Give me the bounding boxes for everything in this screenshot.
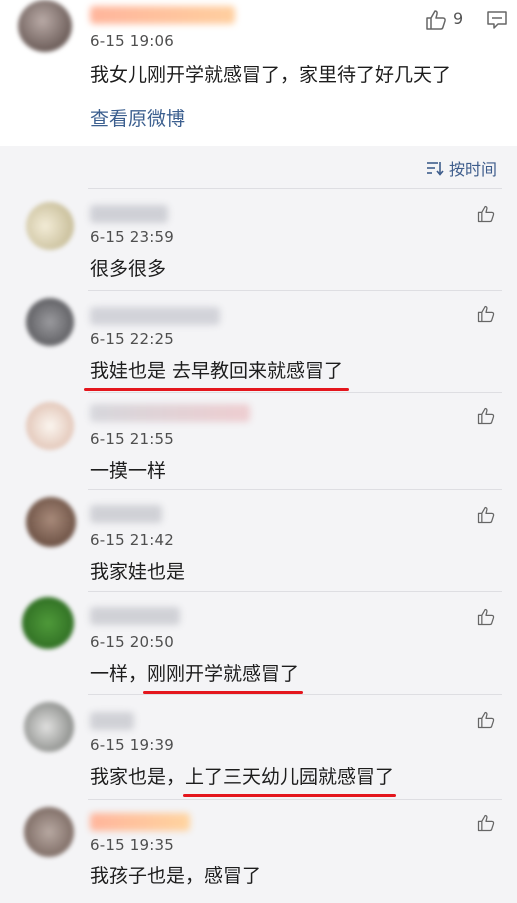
comment-timestamp: 6-15 21:42 xyxy=(90,531,175,549)
comment-item: 6-15 19:35 我孩子也是，感冒了 xyxy=(0,801,517,903)
thumbs-up-icon[interactable] xyxy=(476,304,496,324)
divider xyxy=(88,188,502,189)
sort-by-time-button[interactable]: 按时间 xyxy=(426,156,497,180)
comment-timestamp: 6-15 23:59 xyxy=(90,228,175,246)
thumbs-up-icon[interactable] xyxy=(476,505,496,525)
sort-label: 按时间 xyxy=(449,160,498,179)
post-timestamp: 6-15 19:06 xyxy=(90,32,175,50)
comment-text-plain: 我家也是， xyxy=(90,766,186,788)
comment-timestamp: 6-15 19:35 xyxy=(90,836,175,854)
username-blurred[interactable] xyxy=(90,404,250,422)
comment-timestamp: 6-15 20:50 xyxy=(90,633,175,651)
username-blurred[interactable] xyxy=(90,6,235,24)
comment-text: 我家娃也是 xyxy=(90,561,186,583)
divider xyxy=(88,694,502,695)
username-blurred[interactable] xyxy=(90,307,220,325)
comment-item: 6-15 22:25 我娃也是 去早教回来就感冒了 xyxy=(0,292,517,394)
comment-item: 6-15 19:39 我家也是，上了三天幼儿园就感冒了 xyxy=(0,696,517,798)
thumbs-up-icon[interactable] xyxy=(476,406,496,426)
comment-timestamp: 6-15 21:55 xyxy=(90,430,175,448)
comment-text: 我家也是，上了三天幼儿园就感冒了 xyxy=(90,762,397,797)
comment-text-highlight: 刚刚开学就感冒了 xyxy=(147,663,300,685)
comment-text-highlight: 上了三天幼儿园就感冒了 xyxy=(185,766,395,788)
comment-icon[interactable] xyxy=(486,10,508,30)
divider xyxy=(88,290,502,291)
divider xyxy=(88,489,502,490)
comment-text-content: 我娃也是 去早教回来就感冒了 xyxy=(90,360,344,382)
avatar[interactable] xyxy=(26,202,74,250)
comment-text: 一摸一样 xyxy=(90,460,167,482)
comment-item: 6-15 23:59 很多很多 xyxy=(0,190,517,292)
avatar[interactable] xyxy=(26,298,74,346)
comment-item: 6-15 21:55 一摸一样 xyxy=(0,394,517,496)
username-blurred[interactable] xyxy=(90,607,180,625)
view-original-link[interactable]: 查看原微博 xyxy=(90,104,185,131)
avatar[interactable] xyxy=(26,402,74,450)
divider xyxy=(88,392,502,393)
thumbs-up-icon[interactable] xyxy=(424,8,448,32)
comment-text: 我孩子也是，感冒了 xyxy=(90,865,262,887)
comment-timestamp: 6-15 19:39 xyxy=(90,736,175,754)
like-count: 9 xyxy=(453,9,464,28)
username-blurred[interactable] xyxy=(90,205,168,223)
username-blurred[interactable] xyxy=(90,712,134,730)
avatar[interactable] xyxy=(24,807,74,857)
avatar[interactable] xyxy=(24,702,74,752)
thumbs-up-icon[interactable] xyxy=(476,813,496,833)
thumbs-up-icon[interactable] xyxy=(476,607,496,627)
comment-text: 我娃也是 去早教回来就感冒了 xyxy=(84,356,350,391)
comment-item: 6-15 21:42 我家娃也是 xyxy=(0,491,517,593)
original-post: 6-15 19:06 我女儿刚开学就感冒了，家里待了好几天了 查看原微博 9 xyxy=(0,0,517,146)
comment-timestamp: 6-15 22:25 xyxy=(90,330,175,348)
username-blurred[interactable] xyxy=(90,813,190,831)
comment-text: 一样，刚刚开学就感冒了 xyxy=(90,659,304,694)
comment-item: 6-15 20:50 一样，刚刚开学就感冒了 xyxy=(0,593,517,695)
post-text: 我女儿刚开学就感冒了，家里待了好几天了 xyxy=(90,64,452,86)
thumbs-up-icon[interactable] xyxy=(476,204,496,224)
comment-text: 很多很多 xyxy=(90,258,167,280)
thumbs-up-icon[interactable] xyxy=(476,710,496,730)
avatar[interactable] xyxy=(18,0,72,52)
red-underline xyxy=(84,388,350,391)
sort-icon xyxy=(427,162,444,176)
red-underline xyxy=(183,794,397,797)
comment-text-plain: 一样， xyxy=(90,663,148,685)
username-blurred[interactable] xyxy=(90,505,162,523)
divider xyxy=(88,591,502,592)
avatar[interactable] xyxy=(22,597,74,649)
divider xyxy=(88,799,502,800)
avatar[interactable] xyxy=(26,497,76,547)
